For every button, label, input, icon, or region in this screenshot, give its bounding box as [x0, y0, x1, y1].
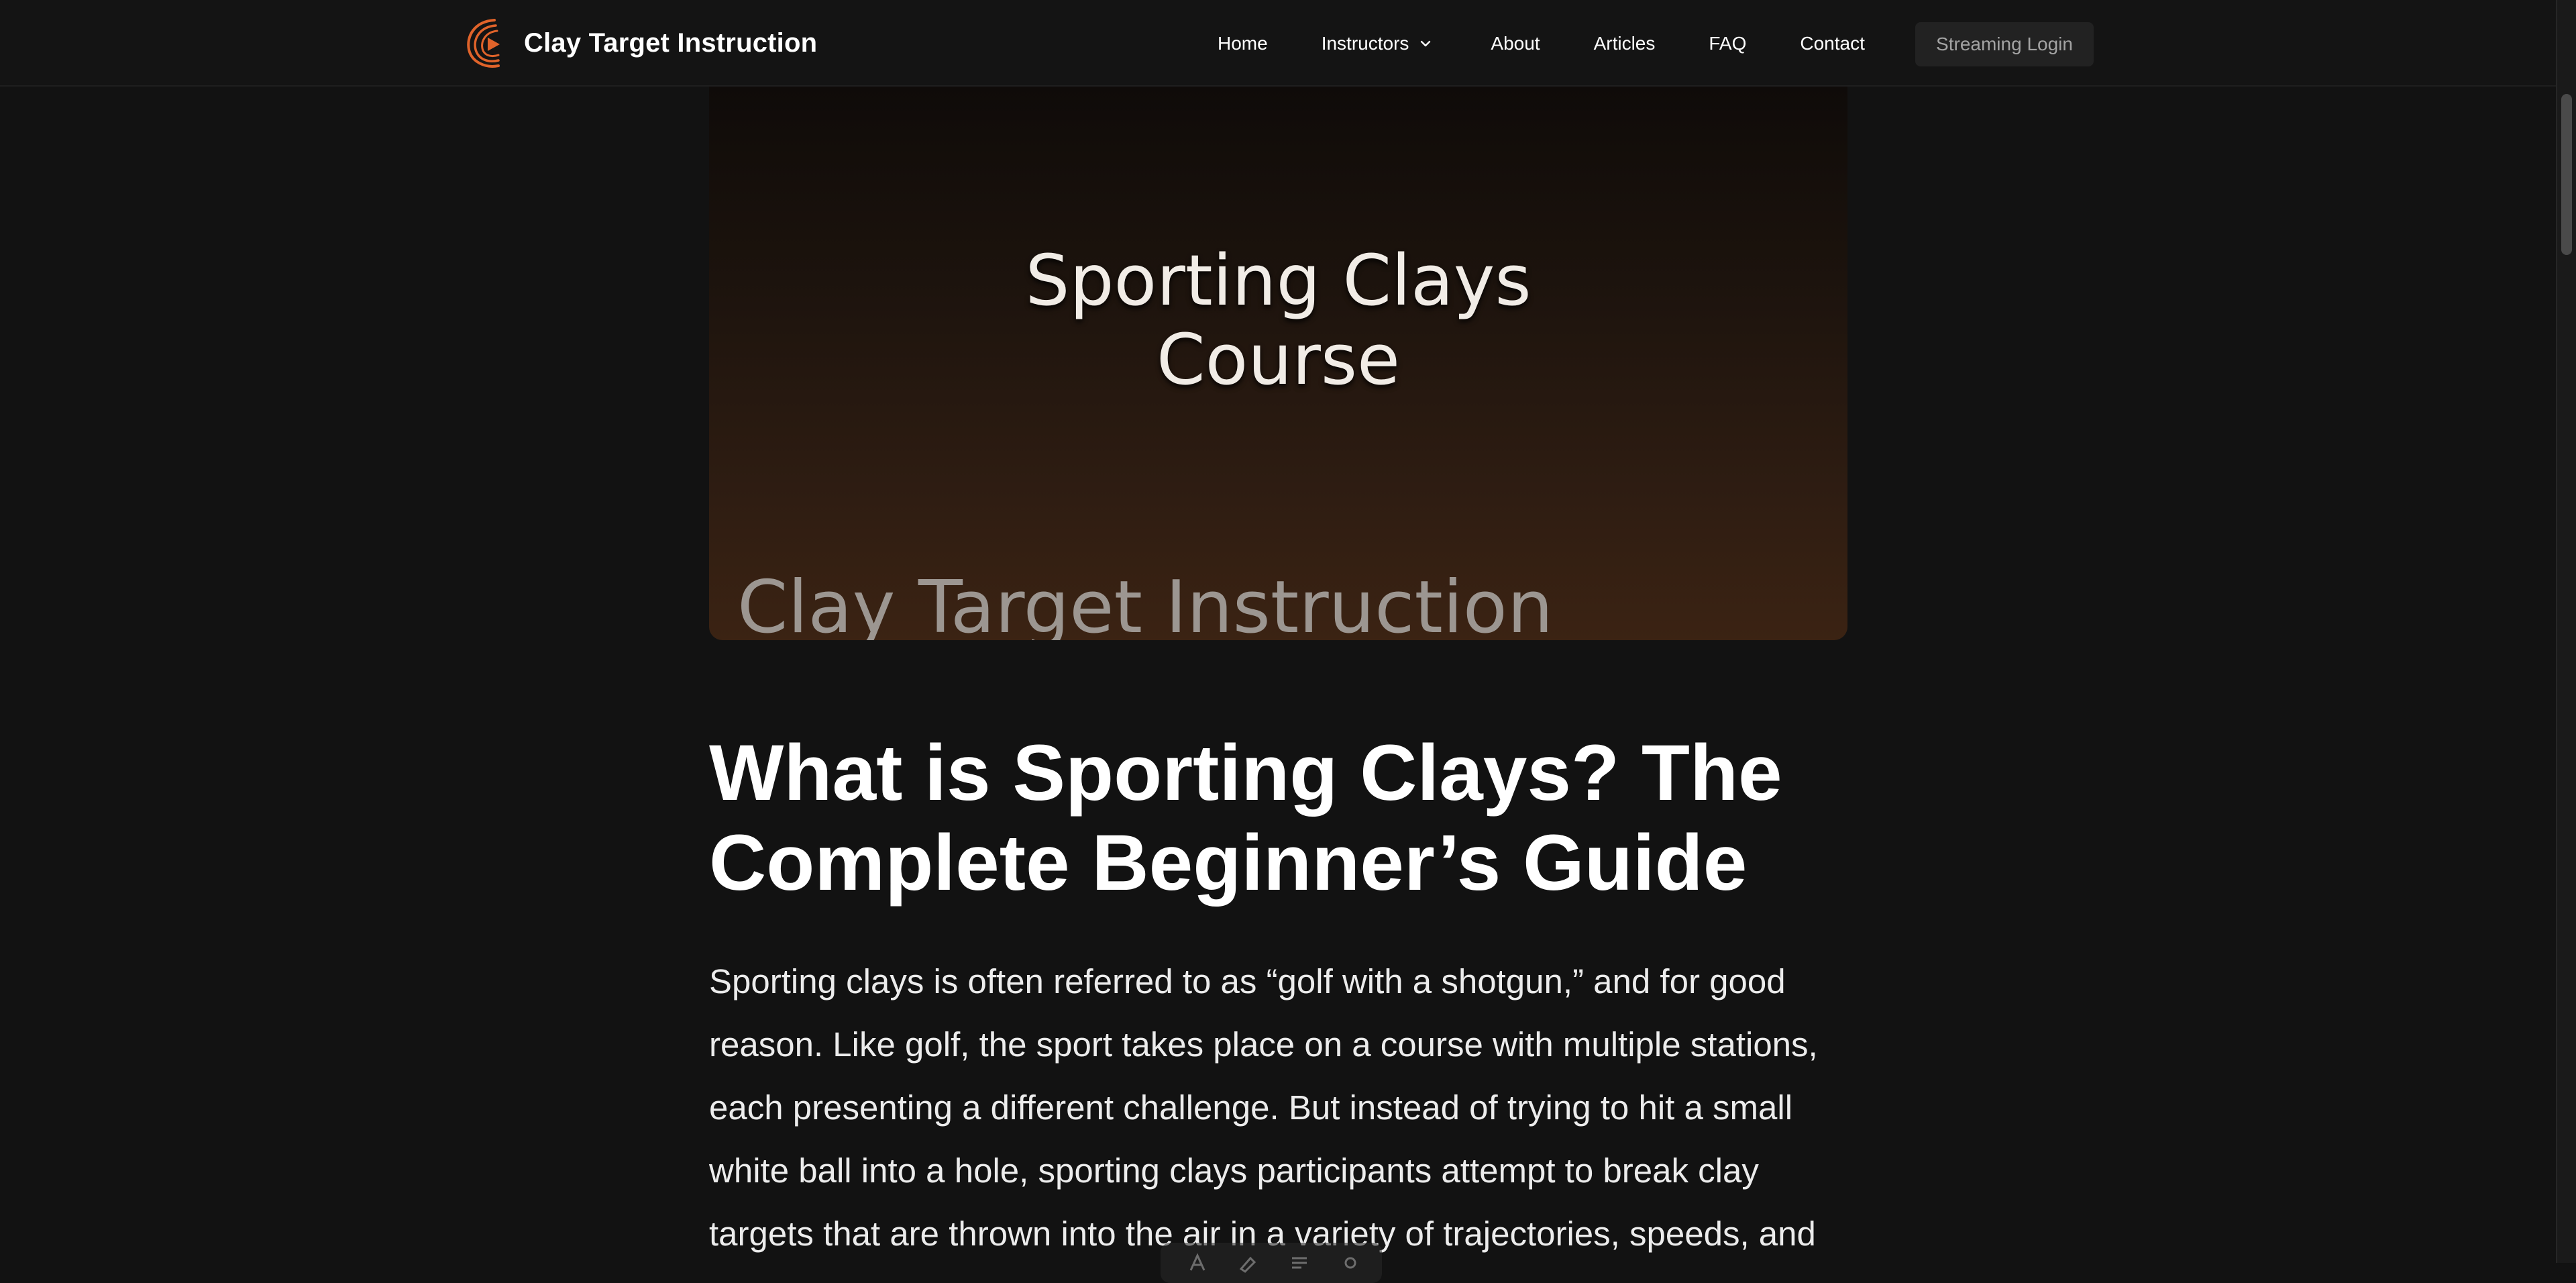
- highlight-icon[interactable]: [1237, 1251, 1260, 1274]
- nav-instructors-label: Instructors: [1321, 32, 1409, 54]
- list-icon[interactable]: [1288, 1251, 1311, 1274]
- brand-link[interactable]: Clay Target Instruction: [465, 16, 817, 70]
- hero-watermark: Clay Target Instruction: [737, 566, 1554, 640]
- article-intro-paragraph: Sporting clays is often referred to as “…: [709, 962, 1818, 1253]
- nav-faq[interactable]: FAQ: [1709, 33, 1746, 54]
- nav-instructors[interactable]: Instructors: [1322, 33, 1434, 54]
- site-header: Clay Target Instruction Home Instructors…: [0, 0, 2556, 87]
- brand-name: Clay Target Instruction: [524, 28, 818, 58]
- nav-home[interactable]: Home: [1218, 33, 1268, 54]
- nav-articles[interactable]: Articles: [1594, 33, 1656, 54]
- chevron-down-icon: [1421, 40, 1431, 46]
- floating-toolbar: [1161, 1243, 1382, 1283]
- streaming-login-button[interactable]: Streaming Login: [1915, 22, 2094, 66]
- brand-logo-icon: [467, 19, 500, 68]
- nav-about[interactable]: About: [1491, 33, 1540, 54]
- nav-contact[interactable]: Contact: [1800, 33, 1865, 54]
- hero-video-thumbnail[interactable]: Sporting Clays Course Clay Target Instru…: [709, 87, 1847, 640]
- text-size-icon[interactable]: [1186, 1251, 1209, 1274]
- hero-title: Sporting Clays Course: [1025, 240, 1532, 401]
- page-scrollbar[interactable]: [2556, 0, 2576, 1263]
- settings-icon[interactable]: [1339, 1251, 1362, 1274]
- scrollbar-thumb[interactable]: [2561, 94, 2572, 255]
- article-title: What is Sporting Clays? The Complete Beg…: [709, 729, 1782, 907]
- main-nav: Home Instructors About Articles FAQ Cont…: [1218, 0, 1865, 87]
